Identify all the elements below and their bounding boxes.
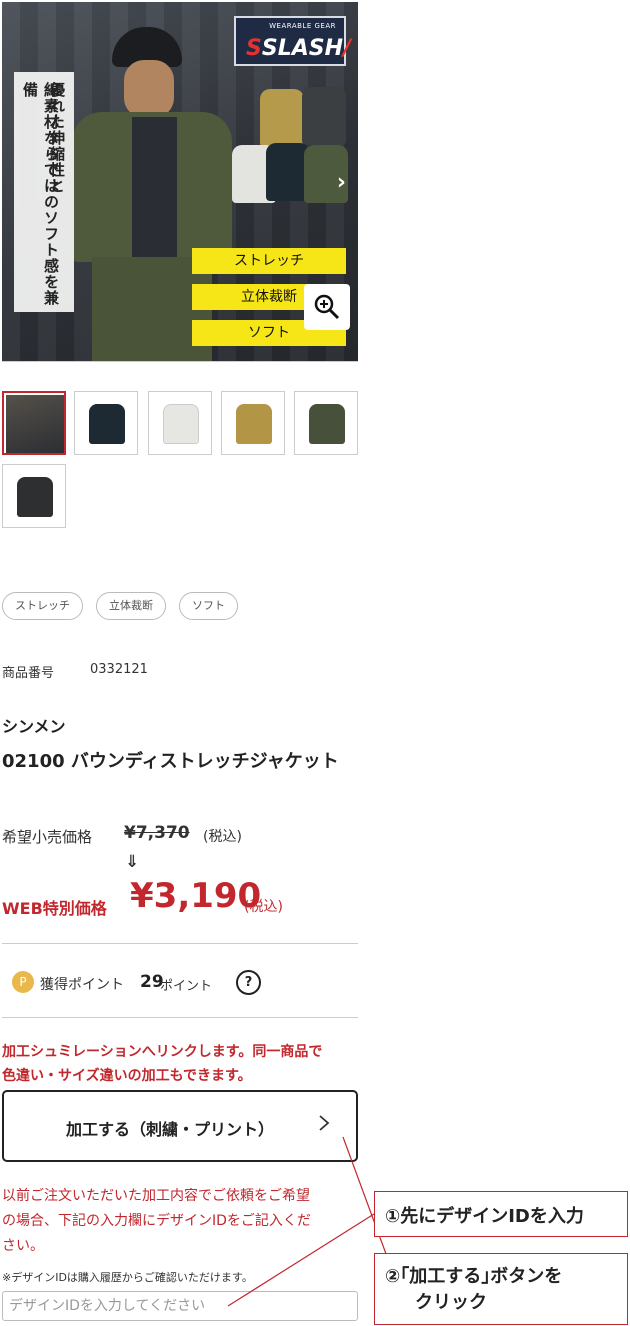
thumbnail-main[interactable] (2, 391, 66, 455)
down-arrow-icon: ⇓ (125, 852, 140, 872)
chevron-right-icon (318, 1114, 330, 1137)
feature-chip-3d-cut: 立体裁断 (96, 592, 166, 620)
catch-copy: 優れた伸縮性と 綿素材ならではのソフト感を兼備 (14, 72, 74, 312)
brand-logo: WEARABLE GEAR SSLASH/ (234, 16, 351, 66)
thumbnail-camel[interactable] (221, 391, 285, 455)
msrp-price: ¥7,370 (124, 823, 190, 843)
thumbnail-black[interactable] (2, 464, 66, 528)
product-name: 02100 バウンディストレッチジャケット (2, 751, 339, 772)
color-variants-photo (230, 87, 350, 217)
process-button[interactable]: 加工する（刺繍・プリント） (2, 1090, 358, 1162)
web-price: ¥3,190 (130, 876, 262, 916)
reorder-note-line-1: 以前ご注文いただいた加工内容でご依頼をご希望 (2, 1188, 310, 1204)
product-number-label: 商品番号 (2, 666, 55, 681)
help-icon[interactable]: ? (236, 970, 261, 995)
callout-step-1: ①先にデザインIDを入力 (374, 1191, 628, 1237)
thumbnail-navy[interactable] (74, 391, 138, 455)
product-number: 0332121 (90, 662, 148, 677)
customize-note-line-2: 色違い・サイズ違いの加工もできます。 (2, 1068, 252, 1084)
divider (2, 943, 358, 944)
point-icon: P (12, 971, 34, 993)
web-price-label: WEB特別価格 (2, 899, 107, 918)
next-arrow-icon[interactable]: › (337, 170, 346, 195)
process-button-label: 加工する（刺繍・プリント） (66, 1120, 275, 1139)
thumbnail-olive[interactable] (294, 391, 358, 455)
design-id-input[interactable] (2, 1291, 358, 1321)
image-tag-stretch: ストレッチ (192, 248, 346, 274)
maker-name: シンメン (2, 717, 66, 736)
zoom-in-icon[interactable] (304, 284, 350, 330)
points-label: 獲得ポイント (40, 977, 124, 993)
points-unit: ポイント (160, 979, 213, 994)
customize-note-line-1: 加工シュミレーションへリンクします。同一商品で (2, 1044, 323, 1060)
callout-step-2: ②｢加工する｣ボタンを クリック (374, 1253, 628, 1325)
reorder-note-line-2: の場合、下記の入力欄にデザインIDをご記入くだ (2, 1213, 311, 1229)
msrp-tax-note: (税込) (203, 829, 242, 845)
msrp-label: 希望小売価格 (2, 828, 93, 846)
reorder-note-line-3: さい。 (2, 1238, 44, 1254)
model-figure (62, 22, 232, 361)
thumbnail-white[interactable] (148, 391, 212, 455)
web-tax-note: (税込) (244, 899, 283, 915)
divider (2, 1017, 358, 1018)
feature-chip-stretch: ストレッチ (2, 592, 83, 620)
catch-line-2: 綿素材ならではのソフト感を兼備 (21, 82, 60, 306)
design-id-note: ※デザインIDは購入履歴からご確認いただけます。 (2, 1271, 253, 1284)
feature-chip-soft: ソフト (179, 592, 238, 620)
product-main-image[interactable]: 優れた伸縮性と 綿素材ならではのソフト感を兼備 WEARABLE GEAR SS… (2, 2, 358, 362)
